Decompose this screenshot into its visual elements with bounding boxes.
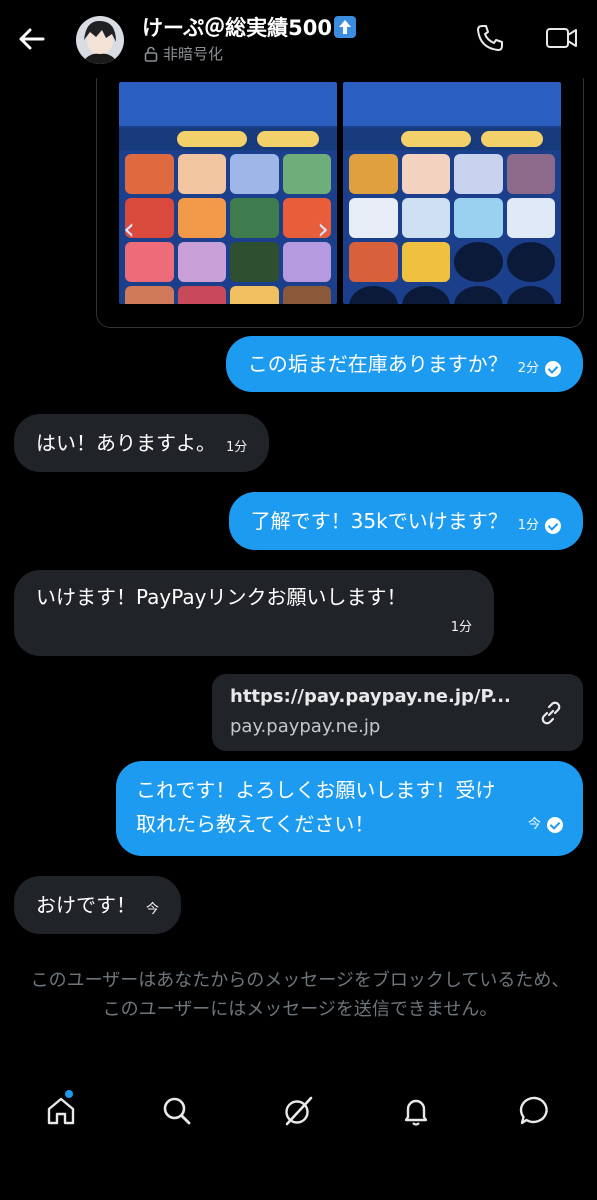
- nav-messages[interactable]: [518, 1094, 552, 1128]
- read-check-icon: [545, 518, 561, 534]
- message-bubble-incoming[interactable]: はい！ありますよ。 1分: [14, 414, 270, 472]
- message-bubble-incoming[interactable]: おけです！ 今: [14, 876, 182, 934]
- message-time: 1分: [226, 440, 248, 455]
- message-text-line2: 取れたら教えてください！: [136, 812, 375, 836]
- back-arrow-icon: [19, 28, 45, 50]
- phone-icon: [477, 25, 503, 51]
- game-screenshot-left: ‹ ›: [119, 82, 337, 304]
- blocked-notice: このユーザーはあなたからのメッセージをブロックしているため、このユーザーにはメッ…: [30, 970, 570, 1020]
- message-text: いけます！PayPayリンクお願いします！: [36, 585, 407, 609]
- shared-image[interactable]: ‹ ›: [96, 72, 584, 328]
- message-bubble-outgoing[interactable]: 了解です！35kでいけます？ 1分: [228, 492, 583, 550]
- chevron-right-icon: ›: [317, 212, 329, 247]
- message-bubble-incoming[interactable]: いけます！PayPayリンクお願いします！ 1分: [14, 570, 494, 656]
- up-arrow-badge-icon: [334, 16, 356, 38]
- bottom-navigation: [0, 1074, 597, 1150]
- home-notification-dot: [65, 1090, 73, 1098]
- message-time: 1分: [517, 518, 539, 533]
- message-time: 2分: [517, 361, 539, 376]
- message-text: はい！ありますよ。: [36, 431, 216, 455]
- nav-grok[interactable]: [281, 1094, 315, 1128]
- nav-search[interactable]: [160, 1094, 194, 1128]
- message-bubble-outgoing[interactable]: この垢まだ在庫ありますか？ 2分: [225, 336, 583, 392]
- game-screenshot-right: [343, 82, 561, 304]
- video-camera-icon: [546, 28, 577, 48]
- bell-icon: [404, 1099, 428, 1126]
- voice-call-button[interactable]: [474, 22, 508, 56]
- bottom-edge: [0, 1190, 597, 1200]
- nav-home[interactable]: [44, 1094, 78, 1128]
- message-time: 1分: [450, 620, 472, 635]
- read-check-icon: [545, 361, 561, 377]
- chevron-left-icon: ‹: [123, 212, 135, 247]
- message-time: 今: [146, 902, 160, 917]
- read-check-icon: [547, 817, 563, 833]
- conversation-title[interactable]: けーぷ＠総実績500: [142, 12, 356, 42]
- avatar[interactable]: [76, 16, 124, 64]
- message-text: おけです！: [36, 893, 136, 917]
- nav-notifications[interactable]: [399, 1094, 433, 1128]
- conversation-name: けーぷ＠総実績500: [142, 16, 332, 40]
- message-text-line1: これです！よろしくお願いします！受け: [136, 778, 496, 802]
- home-icon: [47, 1097, 75, 1125]
- video-call-button[interactable]: [544, 22, 582, 56]
- message-bubble-outgoing[interactable]: これです！よろしくお願いします！受け 取れたら教えてください！ 今: [116, 761, 583, 856]
- link-preview-card[interactable]: https://pay.paypay.ne.jp/P... pay.paypay…: [212, 674, 583, 751]
- grok-icon: [285, 1096, 313, 1126]
- link-domain: pay.paypay.ne.jp: [230, 716, 381, 737]
- message-text: この垢まだ在庫ありますか？: [247, 352, 508, 376]
- encryption-status: 非暗号化: [144, 43, 223, 64]
- chat-header: けーぷ＠総実績500 非暗号化: [0, 0, 597, 78]
- unlock-icon: [144, 46, 158, 62]
- link-icon: [541, 701, 561, 725]
- encryption-label: 非暗号化: [163, 45, 224, 63]
- message-text: 了解です！35kでいけます？: [250, 509, 508, 533]
- message-bubble-icon: [519, 1096, 548, 1125]
- back-button[interactable]: [14, 22, 48, 56]
- link-url: https://pay.paypay.ne.jp/P...: [230, 686, 511, 707]
- search-icon: [163, 1097, 191, 1125]
- message-time: 今: [527, 817, 541, 832]
